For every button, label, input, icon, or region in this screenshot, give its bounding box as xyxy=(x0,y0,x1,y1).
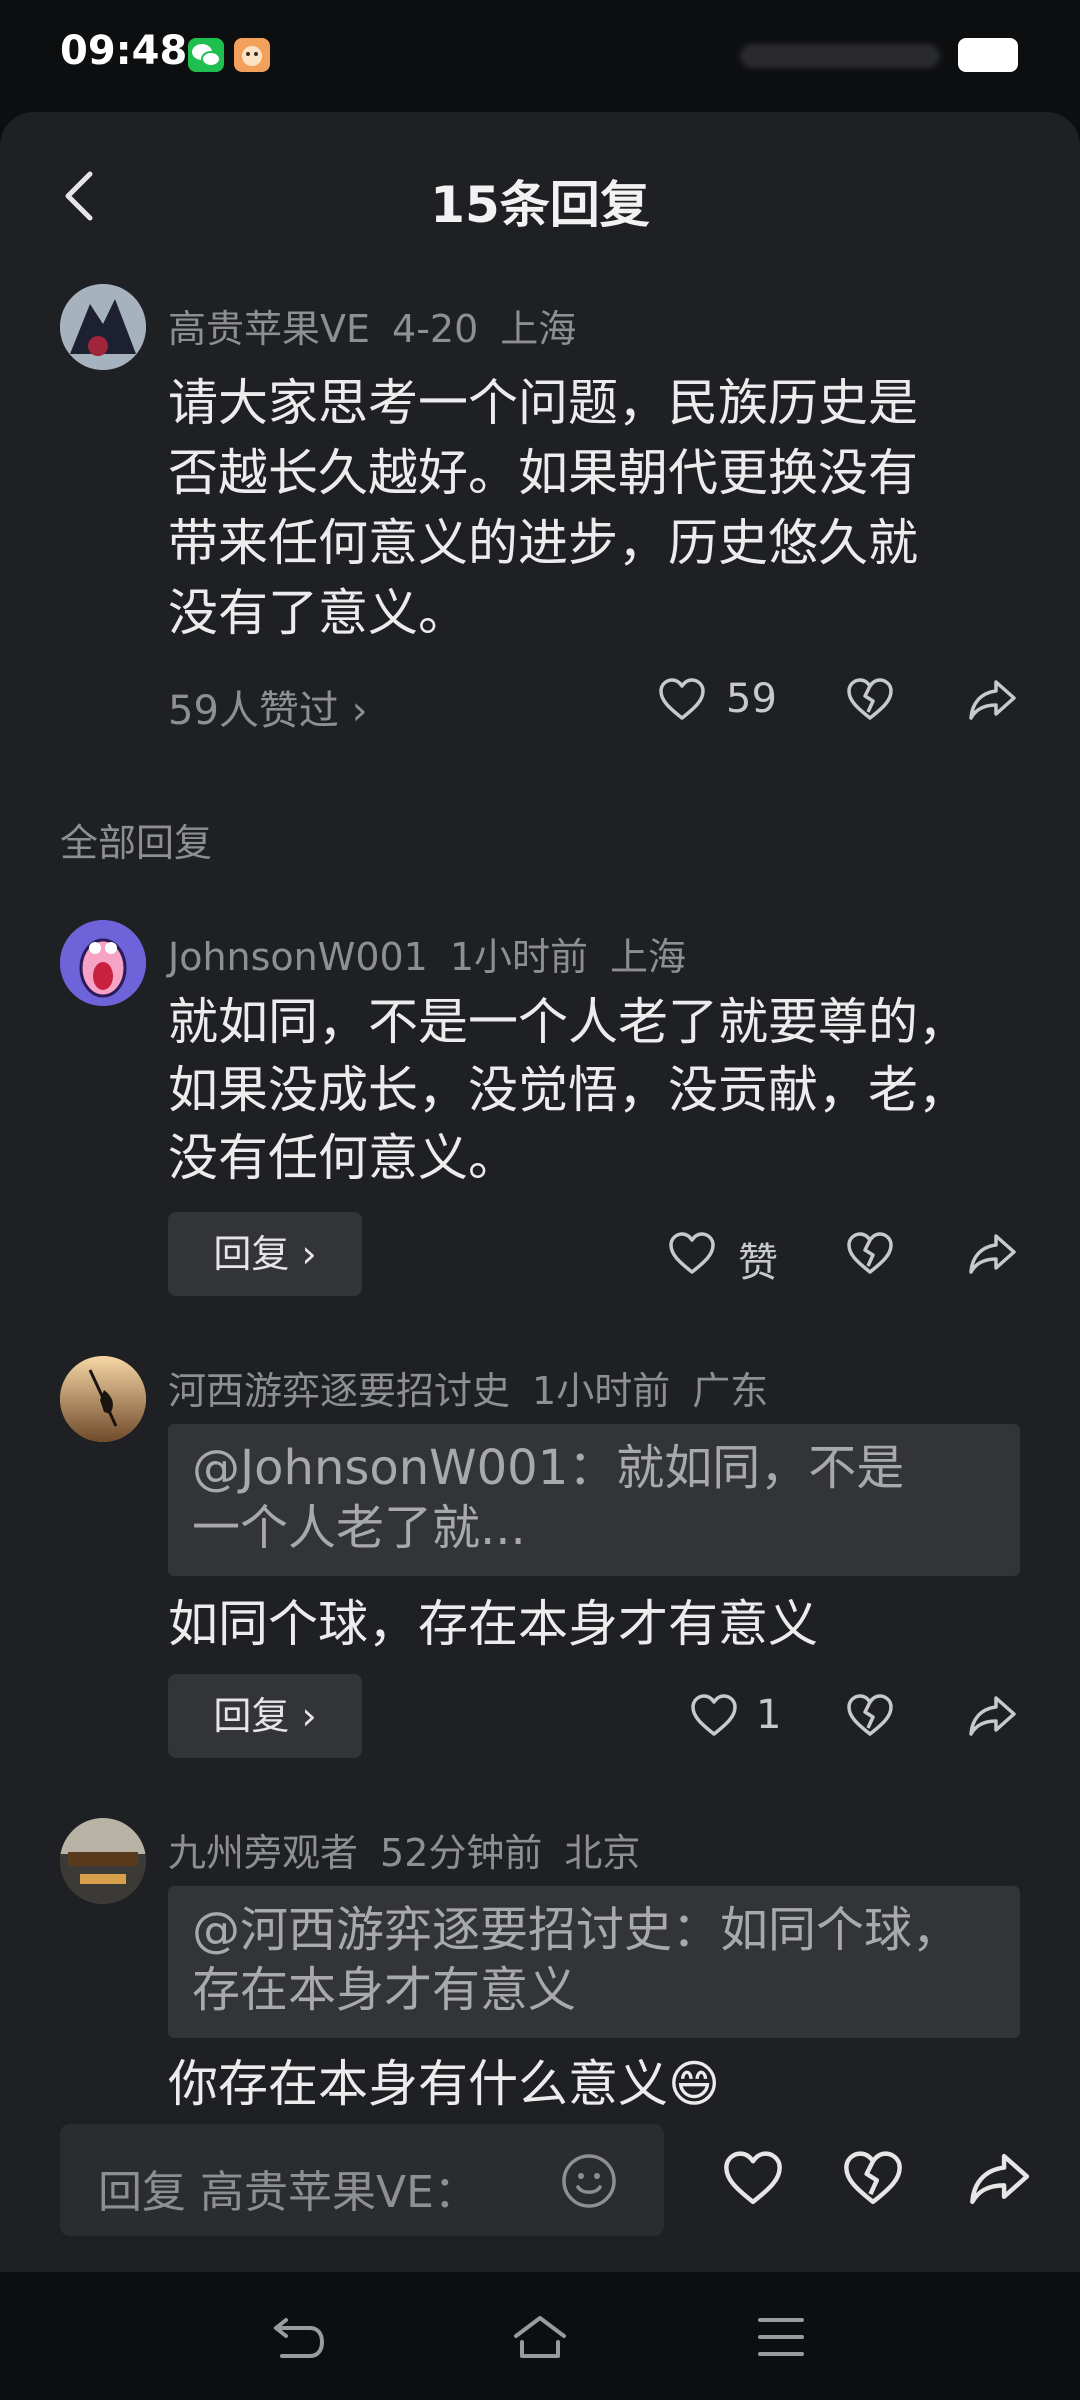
share-button[interactable] xyxy=(966,674,1018,726)
heart-icon xyxy=(724,2151,782,2205)
avatar[interactable] xyxy=(60,284,146,370)
share-button[interactable] xyxy=(966,1690,1018,1742)
nav-back-button[interactable] xyxy=(270,2312,328,2366)
dislike-button[interactable] xyxy=(844,1228,896,1280)
page-title: 15条回复 xyxy=(430,176,650,234)
share-button[interactable] xyxy=(966,2146,1032,2212)
wechat-icon xyxy=(188,38,224,72)
heart-icon xyxy=(691,1694,737,1736)
nav-menu-button[interactable] xyxy=(756,2314,806,2364)
reply-time: 1小时前 xyxy=(449,935,589,979)
status-time: 09:48 xyxy=(60,28,188,74)
reply-input-placeholder: 回复 高贵苹果VE： xyxy=(98,2167,478,2218)
share-icon xyxy=(969,1696,1016,1736)
reply-text: 你存在本身有什么意义😄 xyxy=(168,2055,721,2113)
reply-time: 52分钟前 xyxy=(380,1831,543,1875)
broken-heart-icon xyxy=(847,1694,893,1736)
reply-text: 就如同，不是一个人老了就要尊的， 如果没成长，没觉悟，没贡献，老， 没有任何意义… xyxy=(168,988,968,1192)
author-name[interactable]: 高贵苹果VE xyxy=(168,307,370,351)
reply-meta: JohnsonW001 1小时前 上海 xyxy=(168,926,708,981)
reply-location: 上海 xyxy=(610,935,687,979)
reply-location: 广东 xyxy=(692,1369,769,1413)
reply-button[interactable]: 回复 › xyxy=(168,1674,362,1758)
comment-text: 请大家思考一个问题，民族历史是 否越长久越好。如果朝代更换没有 带来任何意义的进… xyxy=(168,368,918,648)
battery-icon xyxy=(958,38,1018,72)
reply-meta: 九州旁观者 52分钟前 北京 xyxy=(168,1822,662,1877)
menu-icon xyxy=(758,2318,804,2356)
quote-line: @河西游弈逐要招讨史：如同个球， xyxy=(192,1902,961,1958)
broken-heart-icon xyxy=(844,2151,902,2205)
return-icon xyxy=(274,2318,325,2358)
reply-input[interactable]: 回复 高贵苹果VE： xyxy=(60,2124,664,2236)
share-button[interactable] xyxy=(966,1228,1018,1280)
comment-line: 请大家思考一个问题，民族历史是 xyxy=(168,374,918,432)
comment-line: 没有了意义。 xyxy=(168,584,468,642)
like-count: 59 xyxy=(726,676,777,722)
dislike-button[interactable] xyxy=(844,1690,896,1742)
reply-time: 1小时前 xyxy=(532,1369,671,1413)
emoji-icon xyxy=(562,2154,616,2208)
reply-text: 如同个球，存在本身才有意义 xyxy=(168,1595,818,1653)
like-count: 1 xyxy=(756,1692,782,1738)
share-icon xyxy=(969,680,1016,720)
reply-line: 如果没成长，没觉悟，没贡献，老， xyxy=(168,1061,968,1119)
all-replies-title: 全部回复 xyxy=(60,821,213,865)
author-name[interactable]: JohnsonW001 xyxy=(168,935,428,979)
dislike-button[interactable] xyxy=(844,674,896,726)
like-button[interactable] xyxy=(666,1228,718,1280)
quote-line: 存在本身才有意义 xyxy=(192,1962,577,2018)
home-icon xyxy=(514,2316,566,2358)
author-name[interactable]: 河西游弈逐要招讨史 xyxy=(168,1369,510,1413)
avatar[interactable] xyxy=(60,1818,146,1904)
reply-line: 就如同，不是一个人老了就要尊的， xyxy=(168,993,968,1051)
status-icons-obscured xyxy=(740,44,940,68)
emoji-button[interactable] xyxy=(560,2152,618,2214)
system-nav-bar xyxy=(0,2272,1080,2400)
quoted-reply: @河西游弈逐要招讨史：如同个球， 存在本身才有意义 xyxy=(168,1886,1020,2038)
reply-location: 北京 xyxy=(564,1831,641,1875)
like-label: 赞 xyxy=(738,1240,778,1286)
nav-home-button[interactable] xyxy=(510,2312,570,2366)
quoted-reply: @JohnsonW001：就如同，不是 一个人老了就... xyxy=(168,1424,1020,1576)
share-icon xyxy=(970,2153,1030,2205)
like-button[interactable] xyxy=(688,1690,740,1742)
comment-line: 带来任何意义的进步，历史悠久就 xyxy=(168,514,918,572)
broken-heart-icon xyxy=(847,678,893,720)
broken-heart-icon xyxy=(847,1232,893,1274)
avatar[interactable] xyxy=(60,920,146,1006)
comment-date: 4-20 xyxy=(392,307,479,351)
heart-icon xyxy=(669,1232,715,1274)
comment-location: 上海 xyxy=(500,307,577,351)
like-button[interactable] xyxy=(720,2146,786,2212)
quote-line: 一个人老了就... xyxy=(192,1500,526,1556)
quote-line: @JohnsonW001：就如同，不是 xyxy=(192,1440,905,1496)
reply-button[interactable]: 回复 › xyxy=(168,1212,362,1296)
status-bar: 09:48 xyxy=(0,0,1080,112)
app-notification-icon xyxy=(234,38,270,72)
author-name[interactable]: 九州旁观者 xyxy=(168,1831,358,1875)
reply-meta: 河西游弈逐要招讨史 1小时前 广东 xyxy=(168,1360,790,1415)
reply-line: 没有任何意义。 xyxy=(168,1129,518,1187)
avatar[interactable] xyxy=(60,1356,146,1442)
comment-meta: 高贵苹果VE 4-20 上海 xyxy=(168,298,598,353)
liked-by-link[interactable]: 59人赞过 › xyxy=(168,678,368,736)
like-button[interactable] xyxy=(656,674,708,726)
heart-icon xyxy=(659,678,705,720)
comment-line: 否越长久越好。如果朝代更换没有 xyxy=(168,444,918,502)
share-icon xyxy=(969,1234,1016,1274)
dislike-button[interactable] xyxy=(840,2146,906,2212)
